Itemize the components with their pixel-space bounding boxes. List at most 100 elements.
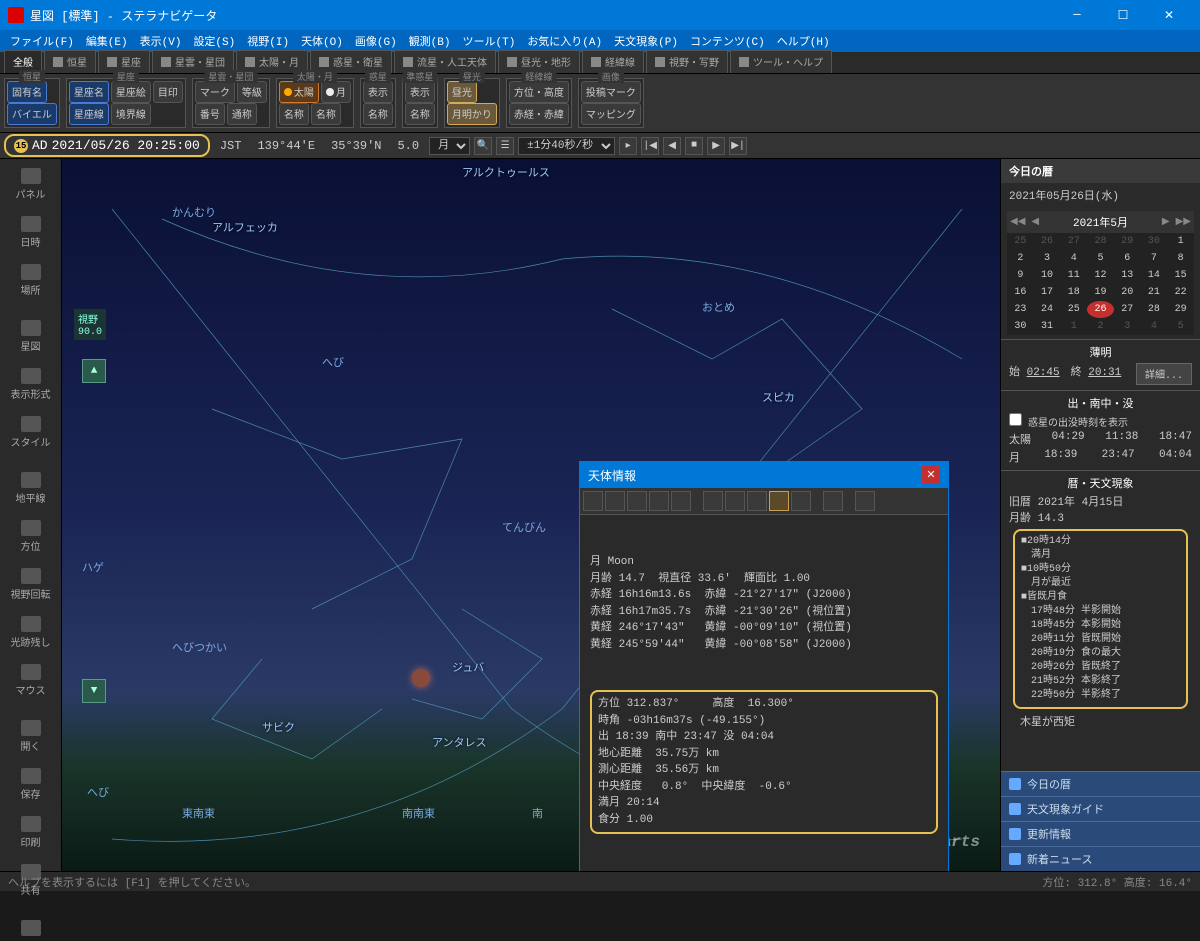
ptb-pencil-icon[interactable] [725, 491, 745, 511]
rtab-guide[interactable]: 天文現象ガイド [1001, 796, 1200, 821]
detail-button[interactable]: 詳細... [1136, 363, 1192, 385]
cal-day[interactable]: 22 [1167, 284, 1194, 301]
cal-day[interactable]: 6 [1114, 250, 1141, 267]
cal-day[interactable]: 5 [1087, 250, 1114, 267]
cal-day[interactable]: 28 [1141, 301, 1168, 318]
cal-day[interactable]: 26 [1034, 233, 1061, 250]
cal-day[interactable]: 14 [1141, 267, 1168, 284]
rtab-news[interactable]: 新着ニュース [1001, 846, 1200, 871]
ptb-angle-icon[interactable] [671, 491, 691, 511]
cal-day[interactable]: 3 [1034, 250, 1061, 267]
menu-image[interactable]: 画像(G) [349, 33, 403, 49]
target-select[interactable]: 月 [429, 137, 470, 155]
lbtn-panel[interactable]: パネル [5, 163, 57, 207]
skip-back-button[interactable]: |◀ [641, 137, 659, 155]
btn-pshow[interactable]: 表示 [363, 81, 393, 103]
tab-toolhelp[interactable]: ツール・ヘルプ [730, 50, 832, 73]
cal-day[interactable]: 28 [1087, 233, 1114, 250]
btn-moonname[interactable]: 名称 [311, 103, 341, 125]
lbtn-undo[interactable]: 元に戻す [5, 915, 57, 941]
rtab-today[interactable]: 今日の暦 [1001, 771, 1200, 796]
play-fwd-button[interactable]: ▶ [707, 137, 725, 155]
cal-day[interactable]: 1 [1060, 318, 1087, 335]
cal-day[interactable]: 19 [1087, 284, 1114, 301]
cal-day[interactable]: 2 [1007, 250, 1034, 267]
btn-alias[interactable]: 通称 [227, 103, 257, 125]
ptb-sun-icon[interactable] [583, 491, 603, 511]
btn-dshow[interactable]: 表示 [405, 81, 435, 103]
btn-cline[interactable]: 星座線 [69, 103, 109, 125]
cal-day[interactable]: 7 [1141, 250, 1168, 267]
lbtn-rotate[interactable]: 視野回転 [5, 563, 57, 607]
cal-grid[interactable]: 2526272829301234567891011121314151617181… [1007, 233, 1194, 335]
btn-nmark[interactable]: マーク [195, 81, 235, 103]
cal-day[interactable]: 27 [1114, 301, 1141, 318]
btn-mark[interactable]: 目印 [153, 81, 183, 103]
cal-day[interactable]: 16 [1007, 284, 1034, 301]
lbtn-datetime[interactable]: 日時 [5, 211, 57, 255]
btn-num[interactable]: 番号 [195, 103, 225, 125]
moon-object[interactable] [412, 669, 430, 687]
datetime-box[interactable]: 15 AD 2021/05/26 20:25:00 [4, 134, 210, 157]
step-select[interactable]: ±1分40秒/秒 [518, 137, 615, 155]
btn-cname[interactable]: 星座名 [69, 81, 109, 103]
btn-mapping[interactable]: マッピング [581, 103, 641, 125]
tab-fov[interactable]: 視野・写野 [646, 50, 728, 73]
menu-view[interactable]: 表示(V) [134, 33, 188, 49]
menu-help[interactable]: ヘルプ(H) [771, 33, 836, 49]
cal-day[interactable]: 31 [1034, 318, 1061, 335]
ptb-gear-icon[interactable] [823, 491, 843, 511]
btn-pname[interactable]: 名称 [363, 103, 393, 125]
menu-observe[interactable]: 観測(B) [403, 33, 457, 49]
lbtn-display[interactable]: 表示形式 [5, 363, 57, 407]
ptb-flag-icon[interactable] [703, 491, 723, 511]
play-back-button[interactable]: ◀ [663, 137, 681, 155]
btn-cbound[interactable]: 境界線 [111, 103, 151, 125]
btn-postmark[interactable]: 投稿マーク [581, 81, 641, 103]
ptb-window-icon[interactable] [747, 491, 767, 511]
step-btn[interactable]: ▸ [619, 137, 637, 155]
cal-day[interactable]: 1 [1167, 233, 1194, 250]
cal-day[interactable]: 11 [1060, 267, 1087, 284]
show-planets-checkbox[interactable] [1009, 413, 1022, 426]
cal-day[interactable]: 29 [1167, 301, 1194, 318]
stop-button[interactable]: ■ [685, 137, 703, 155]
cal-day[interactable]: 8 [1167, 250, 1194, 267]
panel-header[interactable]: 天体情報 ✕ [580, 462, 948, 488]
tab-stars[interactable]: 恒星 [44, 50, 96, 73]
btn-day[interactable]: 昼光 [447, 81, 477, 103]
menu-settings[interactable]: 設定(S) [187, 33, 241, 49]
cal-day[interactable]: 30 [1007, 318, 1034, 335]
cal-day[interactable]: 5 [1167, 318, 1194, 335]
longitude[interactable]: 139°44'E [251, 139, 321, 153]
sky-chart[interactable]: 視野90.0 ▲ ▼ アルクトゥールス アルフェッカ スピカ ジュバ サビク ア… [62, 159, 1000, 871]
cal-day[interactable]: 9 [1007, 267, 1034, 284]
cal-day[interactable]: 15 [1167, 267, 1194, 284]
cal-day[interactable]: 30 [1141, 233, 1168, 250]
ptb-help-icon[interactable] [855, 491, 875, 511]
panel-close-button[interactable]: ✕ [922, 466, 940, 484]
btn-sun[interactable]: 太陽 [279, 81, 319, 103]
btn-radec[interactable]: 赤経・赤緯 [509, 103, 569, 125]
ptb-image-icon[interactable] [769, 491, 789, 511]
btn-dname[interactable]: 名称 [405, 103, 435, 125]
lbtn-open[interactable]: 開く [5, 715, 57, 759]
cal-day[interactable]: 2 [1087, 318, 1114, 335]
menu-phenomena[interactable]: 天文現象(P) [608, 33, 684, 49]
lbtn-location[interactable]: 場所 [5, 259, 57, 303]
cal-day[interactable]: 21 [1141, 284, 1168, 301]
cal-day[interactable]: 17 [1034, 284, 1061, 301]
lbtn-style[interactable]: スタイル [5, 411, 57, 455]
menu-file[interactable]: ファイル(F) [4, 33, 80, 49]
lbtn-chart[interactable]: 星図 [5, 315, 57, 359]
maximize-button[interactable]: ☐ [1100, 0, 1146, 30]
cal-day[interactable]: 25 [1060, 301, 1087, 318]
cal-day[interactable]: 13 [1114, 267, 1141, 284]
ptb-copy-icon[interactable] [791, 491, 811, 511]
lbtn-print[interactable]: 印刷 [5, 811, 57, 855]
cal-day[interactable]: 23 [1007, 301, 1034, 318]
cal-day[interactable]: 4 [1060, 250, 1087, 267]
menu-fav[interactable]: お気に入り(A) [521, 33, 608, 49]
lbtn-trail[interactable]: 光跡残し [5, 611, 57, 655]
btn-sunname[interactable]: 名称 [279, 103, 309, 125]
